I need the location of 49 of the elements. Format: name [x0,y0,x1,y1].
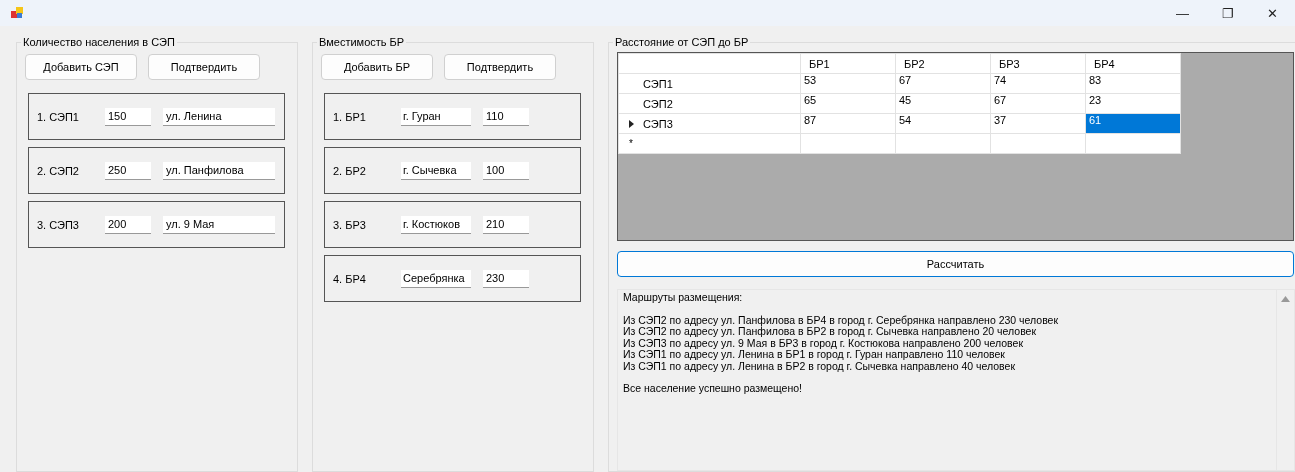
output-heading: Маршруты размещения: [623,292,744,304]
column-header[interactable]: БР2 [895,53,991,74]
capacity-field[interactable]: 210 [483,215,529,234]
window-control[interactable]: ✕ [1250,5,1295,21]
group-title: Количество населения в СЭП [22,36,176,48]
form-button[interactable]: Добавить СЭП [25,54,137,80]
column-header[interactable]: БР3 [990,53,1086,74]
column-header[interactable]: БР1 [800,53,896,74]
route-line: Из СЭП2 по адресу ул. Панфилова в БР2 в город г. Сычевка направлено 20 человек [623,326,1038,338]
population-field[interactable]: 200 [105,215,151,234]
group-title: Вместимость БР [318,36,406,48]
route-line: Из СЭП3 по адресу ул. 9 Мая в БР3 в город г. Костюкова направлено 200 человек [623,337,1024,349]
population-field[interactable]: 250 [105,161,151,180]
point-label: 3. СЭП3 [36,218,80,231]
window-control[interactable]: ❐ [1205,5,1250,21]
form-button[interactable]: Добавить БР [321,54,433,80]
group-title: Расстояние от СЭП до БР [614,36,750,48]
area-label: 4. БР4 [332,272,367,285]
area-label: 2. БР2 [332,164,367,177]
address-field[interactable]: ул. Панфилова [163,161,275,180]
calculate-button[interactable]: Рассчитать [617,251,1294,277]
route-line: Из СЭП1 по адресу ул. Ленина в БР2 в город г. Сычевка направлено 40 человек [623,360,1016,372]
route-line: Из СЭП2 по адресу ул. Панфилова в БР4 в город г. Серебрянка направлено 230 человек [623,314,1060,326]
column-header[interactable]: БР4 [1085,53,1181,74]
summary-text: Все население успешно размещено! [623,383,803,395]
window-control[interactable]: — [1160,5,1205,21]
row-header[interactable]: СЭП1 [643,77,673,90]
point-label: 1. СЭП1 [36,110,80,123]
address-field[interactable]: ул. 9 Мая [163,215,275,234]
city-field[interactable]: Серебрянка [401,269,471,288]
route-line: Из СЭП1 по адресу ул. Ленина в БР1 в город г. Гуран направлено 110 человек [623,349,1006,361]
form-button[interactable]: Подтвердить [444,54,556,80]
area-label: 3. БР3 [332,218,367,231]
city-field[interactable]: г. Гуран [401,107,471,126]
new-row-mark: * [628,138,634,149]
population-field[interactable]: 150 [105,107,151,126]
form-button[interactable]: Подтвердить [148,54,260,80]
capacity-field[interactable]: 230 [483,269,529,288]
capacity-field[interactable]: 110 [483,107,529,126]
app-icon [11,7,23,19]
city-field[interactable]: г. Сычевка [401,161,471,180]
address-field[interactable]: ул. Ленина [163,107,275,126]
point-label: 2. СЭП2 [36,164,80,177]
area-label: 1. БР1 [332,110,367,123]
row-header[interactable]: СЭП3 [643,117,673,130]
scroll-up-icon[interactable] [1281,296,1290,302]
row-header[interactable]: СЭП2 [643,97,673,110]
city-field[interactable]: г. Костюков [401,215,471,234]
capacity-field[interactable]: 100 [483,161,529,180]
